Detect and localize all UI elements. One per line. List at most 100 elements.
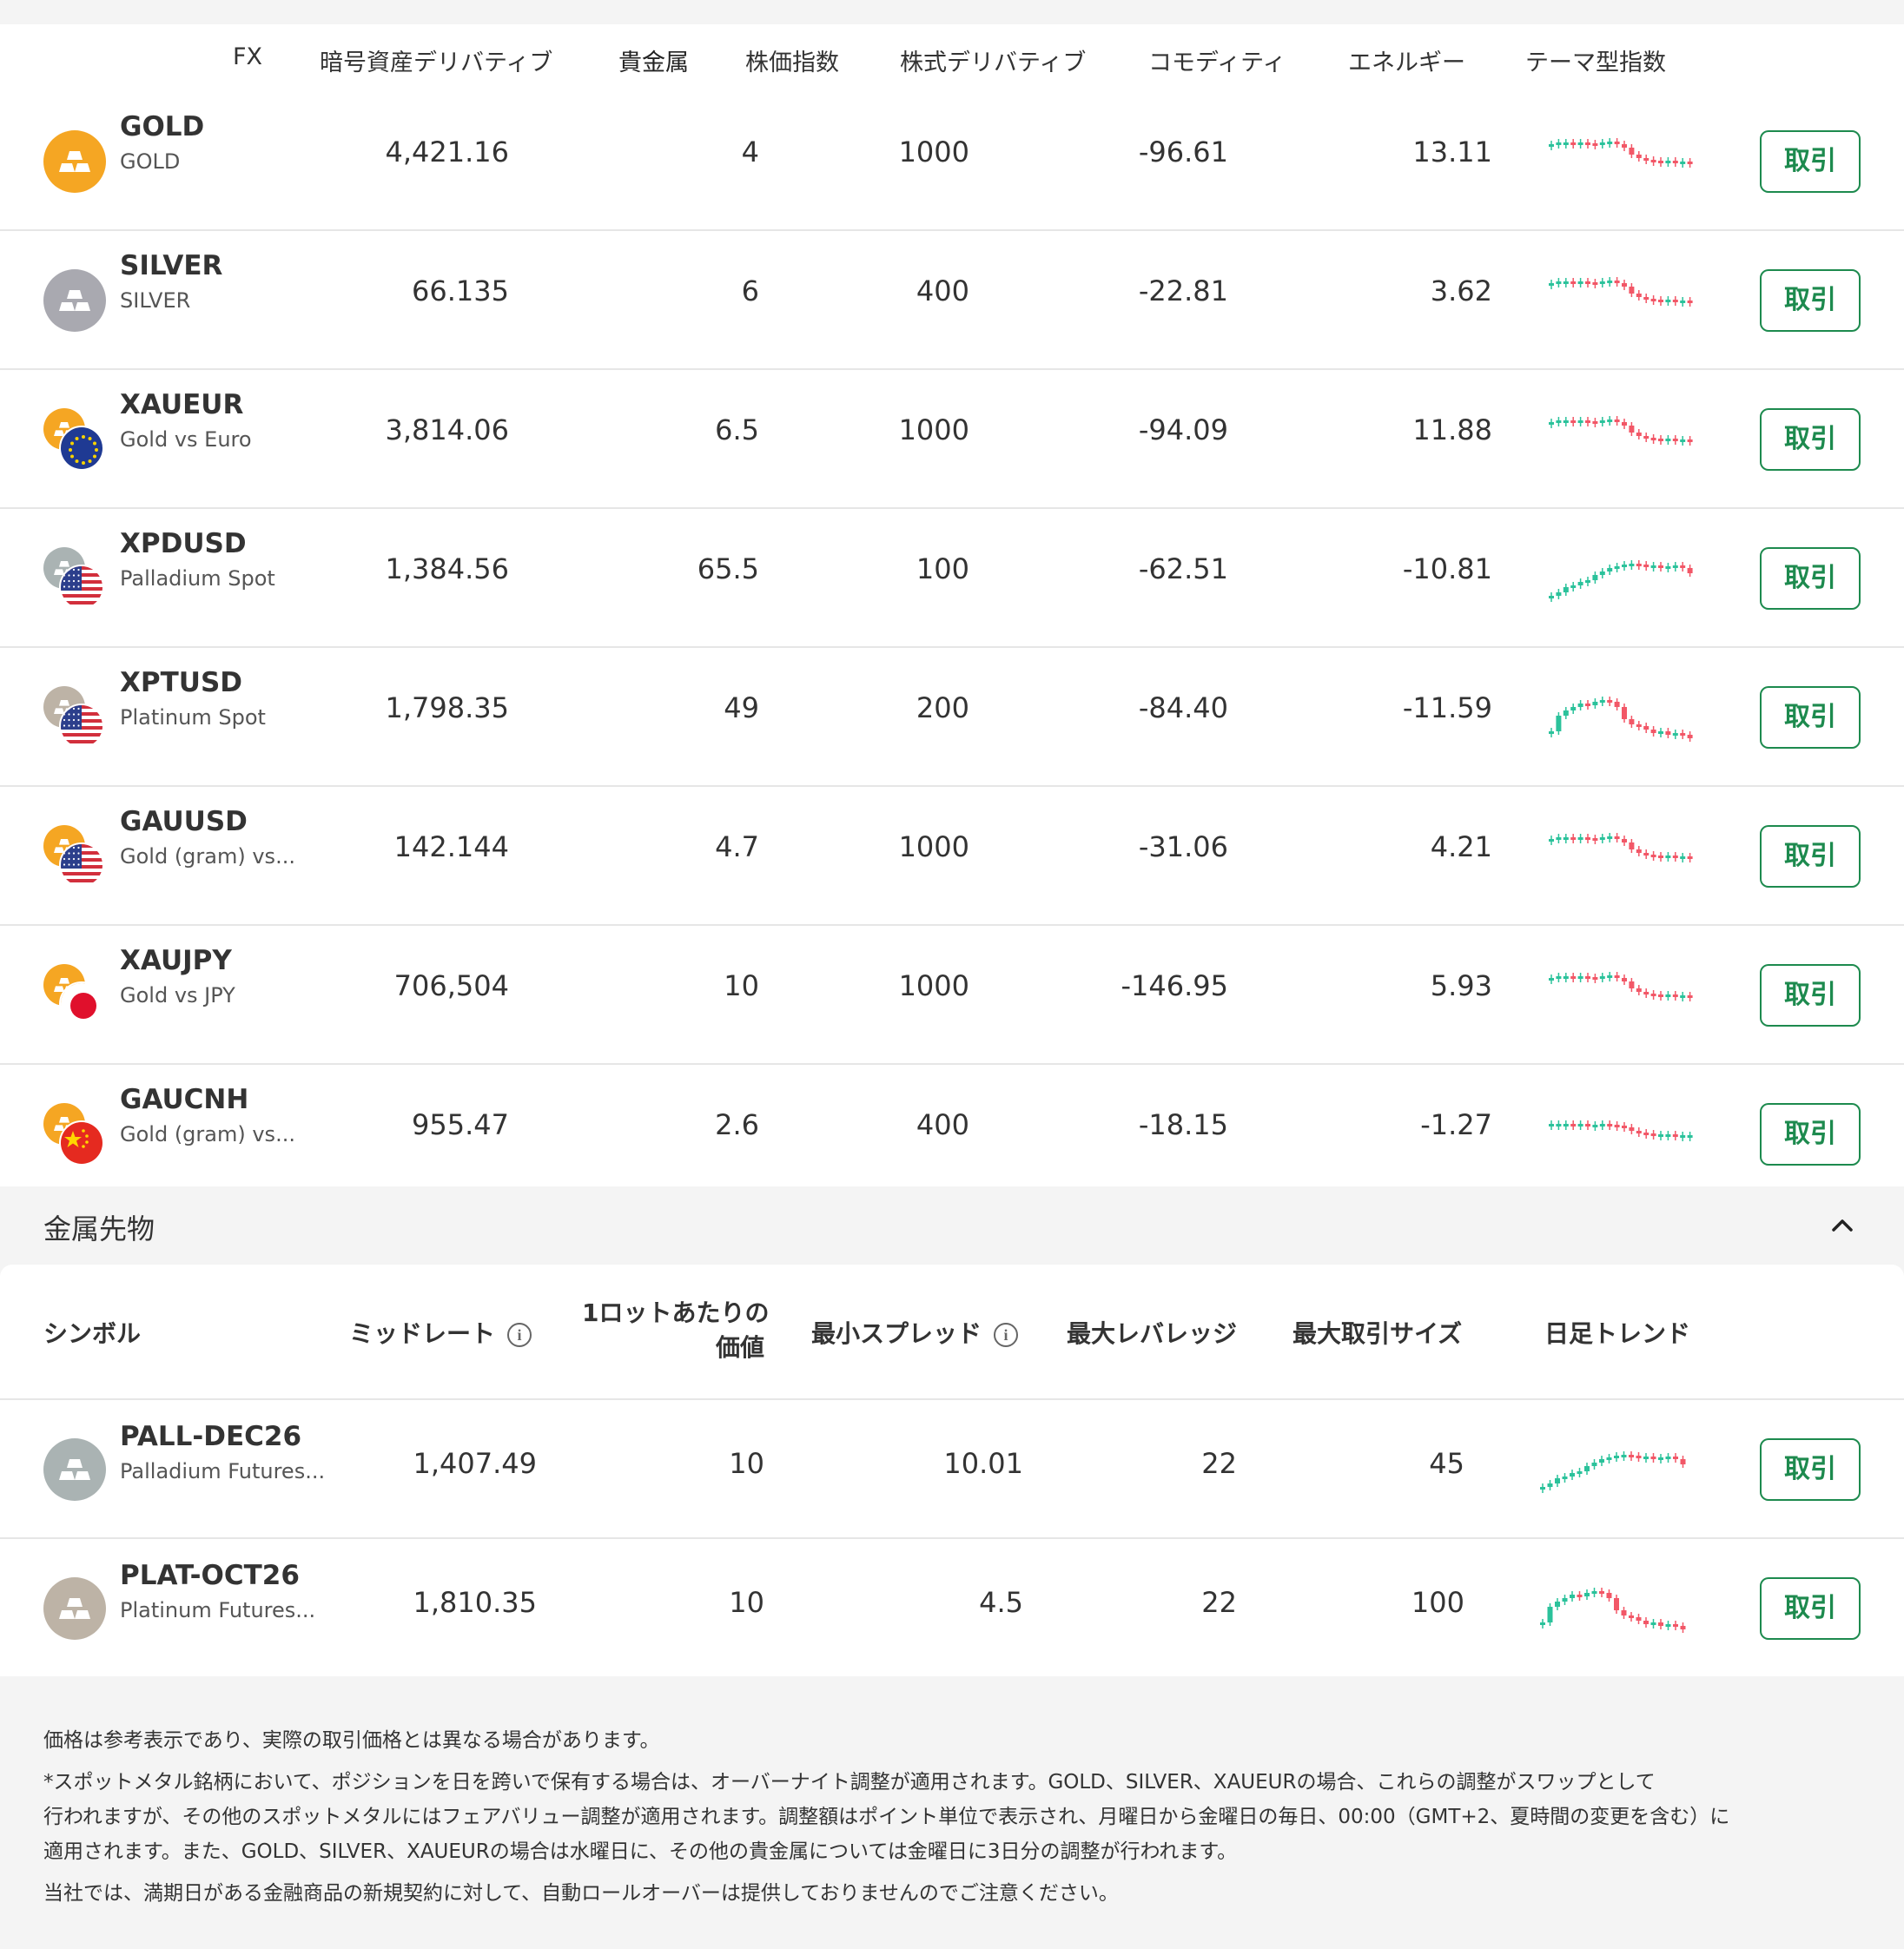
trend-candle bbox=[1592, 143, 1598, 146]
trend-candle bbox=[1592, 977, 1598, 980]
daily-trend-chart bbox=[1549, 833, 1693, 862]
trend-candle bbox=[1570, 281, 1577, 284]
trade-button[interactable]: 取引 bbox=[1760, 964, 1861, 1027]
symbol-code: PALL-DEC26 bbox=[120, 1421, 302, 1452]
tab-energy[interactable]: エネルギー bbox=[1348, 43, 1465, 94]
trend-candle bbox=[1592, 838, 1598, 841]
spread: 6.5 bbox=[715, 413, 759, 446]
symbol-code: GAUUSD bbox=[120, 806, 248, 837]
mid-rate: 4,421.16 bbox=[385, 135, 510, 168]
info-icon[interactable]: i bbox=[994, 1323, 1019, 1347]
mid-rate: 1,384.56 bbox=[385, 552, 510, 585]
tab-fx[interactable]: FX bbox=[233, 43, 262, 94]
tab-precious-metals[interactable]: 貴金属 bbox=[618, 43, 689, 94]
trade-button[interactable]: 取引 bbox=[1760, 547, 1861, 610]
category-tabs: FX 暗号資産デリバティブ 貴金属 株価指数 株式デリバティブ コモディティ エ… bbox=[0, 24, 1904, 96]
symbol-name: SILVER bbox=[120, 288, 191, 313]
trend-candle bbox=[1563, 420, 1569, 423]
trend-candle bbox=[1665, 1457, 1671, 1459]
trend-candle bbox=[1599, 837, 1605, 840]
trade-button[interactable]: 取引 bbox=[1760, 686, 1861, 749]
trade-button[interactable]: 取引 bbox=[1760, 1577, 1861, 1640]
tab-thematic-indices[interactable]: テーマ型指数 bbox=[1525, 43, 1666, 94]
trade-button[interactable]: 取引 bbox=[1760, 1103, 1861, 1166]
symbol-code: PLAT-OCT26 bbox=[120, 1560, 300, 1591]
trend-candle bbox=[1650, 565, 1656, 568]
header-lot-value-line2: 価値 bbox=[715, 1333, 764, 1362]
trend-candle bbox=[1658, 1622, 1663, 1626]
daily-trend-chart bbox=[1549, 416, 1693, 446]
trend-candle bbox=[1585, 1124, 1590, 1126]
trade-button[interactable]: 取引 bbox=[1760, 1438, 1861, 1501]
trend-candle bbox=[1563, 587, 1569, 592]
trend-candle bbox=[1556, 592, 1562, 596]
trend-candle bbox=[1607, 1124, 1613, 1126]
trend-candle bbox=[1643, 158, 1649, 161]
trade-button[interactable]: 取引 bbox=[1760, 130, 1861, 193]
swap-long: -84.40 bbox=[1138, 691, 1228, 724]
header-daily-trend: 日足トレンド bbox=[1544, 1319, 1691, 1348]
trend-candle bbox=[1577, 1471, 1583, 1474]
futures-section-header[interactable]: 金属先物 bbox=[0, 1186, 1904, 1263]
symbol-name: Gold (gram) vs... bbox=[120, 1122, 295, 1146]
trend-candle bbox=[1599, 976, 1605, 979]
symbol-icon bbox=[43, 269, 108, 334]
trend-candle bbox=[1614, 975, 1620, 978]
trend-candle bbox=[1680, 565, 1686, 568]
trend-candle bbox=[1636, 849, 1642, 853]
trend-candle bbox=[1577, 976, 1583, 979]
trend-candle bbox=[1614, 836, 1620, 839]
tab-indices[interactable]: 株価指数 bbox=[745, 43, 839, 94]
trend-candle bbox=[1614, 1125, 1620, 1127]
currency-flag bbox=[59, 981, 104, 1027]
trend-candle bbox=[1563, 1124, 1569, 1126]
trend-candle bbox=[1636, 724, 1642, 727]
mid-rate: 66.135 bbox=[412, 274, 509, 307]
trend-candle bbox=[1591, 1463, 1597, 1466]
header-mid-rate: ミッドレート i bbox=[349, 1315, 532, 1350]
trend-candle bbox=[1577, 582, 1583, 585]
tab-share-derivatives[interactable]: 株式デリバティブ bbox=[900, 43, 1086, 94]
info-icon[interactable]: i bbox=[507, 1323, 532, 1347]
disclaimer-line: 当社では、満期日がある金融商品の新規契約に対して、自動ロールオーバーは提供してお… bbox=[43, 1882, 1119, 1905]
min-spread: 10.01 bbox=[943, 1447, 1023, 1480]
section-title: 金属先物 bbox=[43, 1212, 155, 1245]
trend-candle bbox=[1636, 1617, 1642, 1621]
header-max-leverage: 最大レバレッジ bbox=[1067, 1319, 1238, 1348]
daily-trend bbox=[1546, 125, 1702, 195]
swap-long: -22.81 bbox=[1138, 274, 1228, 307]
trend-candle bbox=[1563, 281, 1569, 284]
trend-candle bbox=[1577, 704, 1583, 707]
daily-trend-chart bbox=[1549, 972, 1693, 1001]
trend-candle bbox=[1636, 1131, 1642, 1133]
symbol-code: GOLD bbox=[120, 111, 205, 142]
trend-candle bbox=[1570, 142, 1577, 145]
trend-candle bbox=[1629, 1615, 1634, 1618]
swap-short: -1.27 bbox=[1420, 1108, 1492, 1141]
tab-crypto-derivatives[interactable]: 暗号資産デリバティブ bbox=[320, 43, 552, 94]
trend-candle bbox=[1556, 281, 1562, 284]
trend-candle bbox=[1585, 580, 1590, 583]
trend-candle bbox=[1636, 988, 1642, 992]
trend-candle bbox=[1665, 300, 1671, 302]
trend-candle bbox=[1622, 839, 1627, 842]
currency-flag bbox=[59, 426, 104, 471]
chevron-up-icon[interactable] bbox=[1829, 1212, 1855, 1239]
trade-button[interactable]: 取引 bbox=[1760, 269, 1861, 332]
max-leverage: 22 bbox=[1201, 1586, 1237, 1619]
trend-candle bbox=[1650, 1457, 1656, 1459]
swap-long: -62.51 bbox=[1138, 552, 1228, 585]
swap-long: -18.15 bbox=[1138, 1108, 1228, 1141]
trend-candle bbox=[1672, 161, 1678, 163]
mid-rate: 1,810.35 bbox=[413, 1586, 538, 1619]
trend-candle bbox=[1607, 700, 1613, 703]
trade-button[interactable]: 取引 bbox=[1760, 408, 1861, 471]
trade-button[interactable]: 取引 bbox=[1760, 825, 1861, 888]
tab-commodities[interactable]: コモディティ bbox=[1148, 43, 1286, 94]
header-symbol: シンボル bbox=[43, 1319, 142, 1348]
daily-trend-chart bbox=[1549, 697, 1693, 742]
table-row: GAUCNH Gold (gram) vs... 955.47 2.6 400 -18.1… bbox=[0, 1065, 1904, 1204]
trend-candle bbox=[1556, 837, 1562, 840]
swap-long: -31.06 bbox=[1138, 830, 1228, 863]
trend-candle bbox=[1585, 837, 1590, 840]
